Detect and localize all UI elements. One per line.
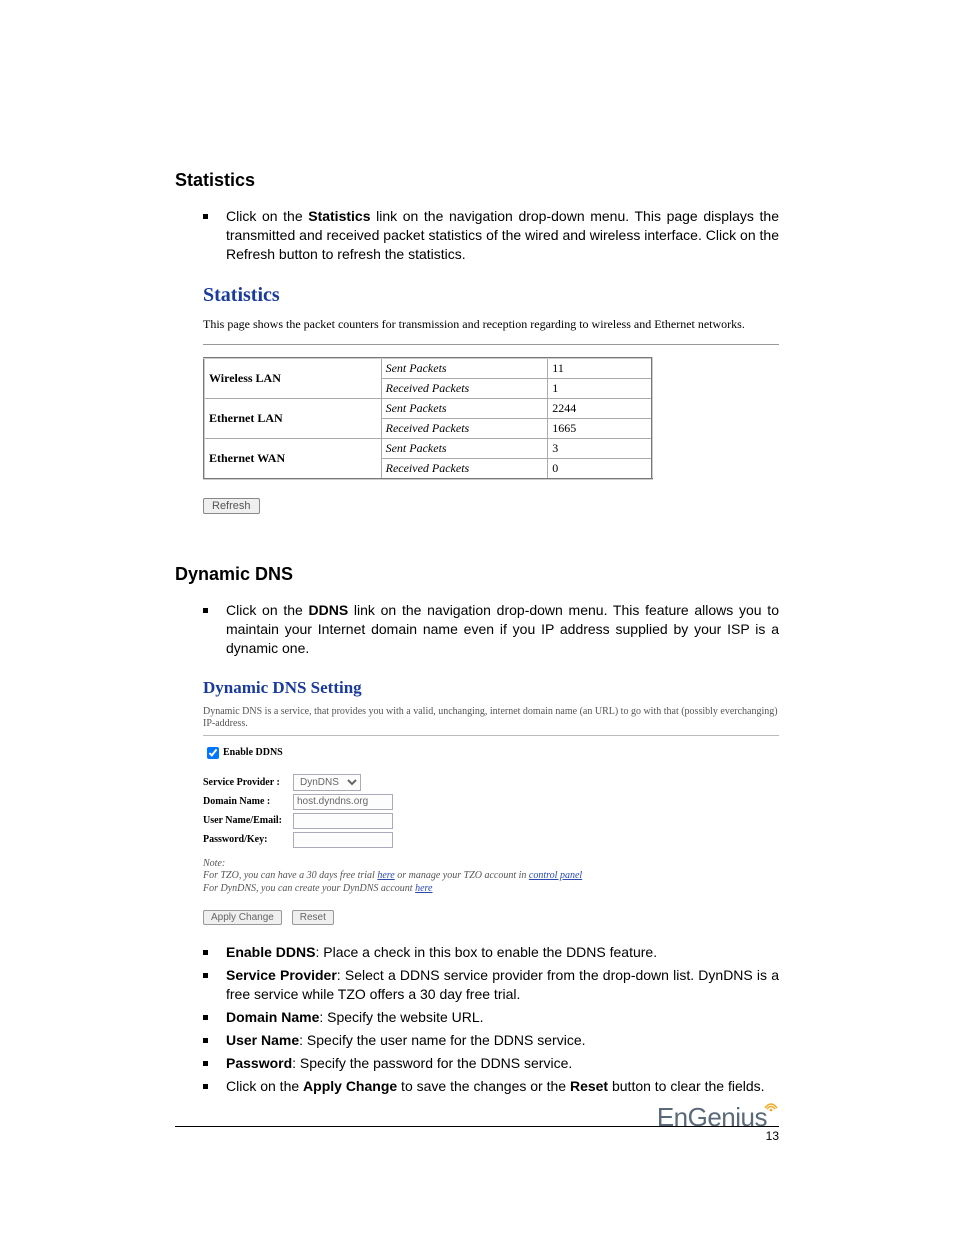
- ddns-intro: Click on the DDNS link on the navigation…: [226, 601, 779, 658]
- service-provider-label: Service Provider :: [203, 777, 293, 788]
- ddns-heading: Dynamic DNS: [175, 564, 779, 585]
- value-cell: 3: [548, 439, 652, 459]
- page-number: 13: [175, 1129, 779, 1143]
- text: Click on the: [226, 1078, 303, 1094]
- statistics-table: Wireless LAN Sent Packets 11 Received Pa…: [203, 357, 653, 480]
- bullet-icon: [203, 1084, 208, 1089]
- list-item: Password: Specify the password for the D…: [226, 1054, 779, 1073]
- bullet-icon: [203, 950, 208, 955]
- iface-cell: Ethernet LAN: [204, 399, 381, 439]
- tzo-control-panel-link[interactable]: control panel: [529, 870, 582, 881]
- bullet-icon: [203, 1038, 208, 1043]
- statistics-panel-desc: This page shows the packet counters for …: [203, 317, 779, 333]
- enable-ddns-checkbox[interactable]: [207, 747, 219, 759]
- text: to save the changes or the: [397, 1078, 570, 1094]
- note-head: Note:: [203, 858, 779, 871]
- value-cell: 11: [548, 358, 652, 379]
- enable-ddns-label: Enable DDNS: [223, 747, 283, 758]
- list-item: Domain Name: Specify the website URL.: [226, 1008, 779, 1027]
- statistics-panel-title: Statistics: [203, 284, 779, 307]
- metric-cell: Received Packets: [381, 419, 548, 439]
- text: : Specify the password for the DDNS serv…: [292, 1055, 572, 1071]
- text-bold: DDNS: [309, 602, 349, 618]
- statistics-heading: Statistics: [175, 170, 779, 191]
- refresh-button[interactable]: Refresh: [203, 498, 260, 514]
- ddns-panel-desc: Dynamic DNS is a service, that provides …: [203, 706, 779, 731]
- iface-cell: Ethernet WAN: [204, 439, 381, 480]
- metric-cell: Sent Packets: [381, 399, 548, 419]
- password-label: Password/Key:: [203, 834, 293, 845]
- reset-button[interactable]: Reset: [292, 910, 334, 925]
- tzo-trial-link[interactable]: here: [377, 870, 394, 881]
- text-bold: Enable DDNS: [226, 944, 315, 960]
- bullet-icon: [203, 214, 208, 219]
- footer-divider: [175, 1126, 779, 1127]
- value-cell: 2244: [548, 399, 652, 419]
- iface-cell: Wireless LAN: [204, 358, 381, 399]
- text-bold: User Name: [226, 1032, 299, 1048]
- text-bold: Apply Change: [303, 1078, 397, 1094]
- text: or manage your TZO account in: [395, 870, 529, 881]
- text-bold: Reset: [570, 1078, 608, 1094]
- bullet-icon: [203, 1061, 208, 1066]
- service-provider-select[interactable]: DynDNS: [293, 774, 361, 791]
- statistics-intro: Click on the Statistics link on the navi…: [226, 207, 779, 264]
- text: : Specify the website URL.: [319, 1009, 483, 1025]
- apply-change-button[interactable]: Apply Change: [203, 910, 282, 925]
- text-bold: Service Provider: [226, 967, 337, 983]
- text: Click on the: [226, 602, 309, 618]
- domain-name-label: Domain Name :: [203, 796, 293, 807]
- text-bold: Domain Name: [226, 1009, 319, 1025]
- ddns-panel-title: Dynamic DNS Setting: [203, 678, 779, 698]
- text: For DynDNS, you can create your DynDNS a…: [203, 883, 415, 894]
- password-input[interactable]: [293, 832, 393, 848]
- list-item: User Name: Specify the user name for the…: [226, 1031, 779, 1050]
- metric-cell: Received Packets: [381, 379, 548, 399]
- text: Click on the: [226, 208, 308, 224]
- list-item: Click on the Apply Change to save the ch…: [226, 1077, 779, 1096]
- bullet-icon: [203, 973, 208, 978]
- text: button to clear the fields.: [608, 1078, 764, 1094]
- ddns-note: Note: For TZO, you can have a 30 days fr…: [203, 858, 779, 896]
- text-bold: Password: [226, 1055, 292, 1071]
- metric-cell: Received Packets: [381, 459, 548, 480]
- divider: [203, 735, 779, 736]
- dyndns-account-link[interactable]: here: [415, 883, 432, 894]
- list-item: Service Provider: Select a DDNS service …: [226, 966, 779, 1004]
- list-item: Enable DDNS: Place a check in this box t…: [226, 943, 779, 962]
- bullet-icon: [203, 1015, 208, 1020]
- bullet-icon: [203, 608, 208, 613]
- text: : Place a check in this box to enable th…: [315, 944, 657, 960]
- text-bold: Statistics: [308, 208, 370, 224]
- value-cell: 1665: [548, 419, 652, 439]
- metric-cell: Sent Packets: [381, 358, 548, 379]
- text: : Specify the user name for the DDNS ser…: [299, 1032, 585, 1048]
- metric-cell: Sent Packets: [381, 439, 548, 459]
- username-label: User Name/Email:: [203, 815, 293, 826]
- wifi-icon: [763, 1098, 779, 1112]
- value-cell: 1: [548, 379, 652, 399]
- domain-name-input[interactable]: [293, 794, 393, 810]
- username-input[interactable]: [293, 813, 393, 829]
- divider: [203, 344, 779, 345]
- text: For TZO, you can have a 30 days free tri…: [203, 870, 377, 881]
- value-cell: 0: [548, 459, 652, 480]
